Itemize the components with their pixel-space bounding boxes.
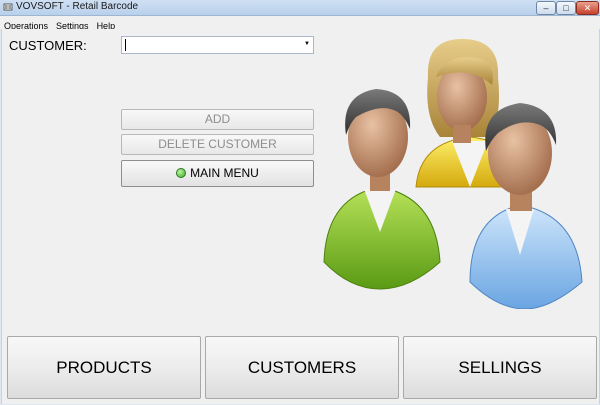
delete-customer-button[interactable]: DELETE CUSTOMER [121,134,314,155]
menu-bar: Operations Settings Help [0,16,600,31]
products-button[interactable]: PRODUCTS [7,336,201,399]
man-blue-figure [469,103,583,309]
green-dot-icon [176,168,187,178]
text-caret [125,39,126,51]
close-icon: ✕ [583,3,592,13]
add-button[interactable]: ADD [121,109,314,130]
minimize-button[interactable]: – [536,1,556,15]
window-title: VOVSOFT - Retail Barcode [16,1,139,12]
main-menu-label: MAIN MENU [190,166,259,180]
customers-button[interactable]: CUSTOMERS [205,336,399,399]
close-button[interactable]: ✕ [576,1,599,15]
minimize-icon: – [543,3,549,13]
sellings-button[interactable]: SELLINGS [403,336,597,399]
man-green-figure [323,89,441,290]
client-area: CUSTOMER: ▼ ADD DELETE CUSTOMER MAIN MEN… [1,29,600,404]
customers-group-icon [323,39,583,309]
maximize-icon: □ [563,3,569,13]
customer-combobox[interactable]: ▼ [121,36,314,54]
maximize-button[interactable]: □ [556,1,576,15]
title-bar: VOVSOFT - Retail Barcode – □ ✕ [0,0,600,16]
app-icon [3,3,13,11]
main-menu-button[interactable]: MAIN MENU [121,160,314,187]
chevron-down-icon[interactable]: ▼ [304,41,310,47]
customer-label: CUSTOMER: [9,38,87,53]
